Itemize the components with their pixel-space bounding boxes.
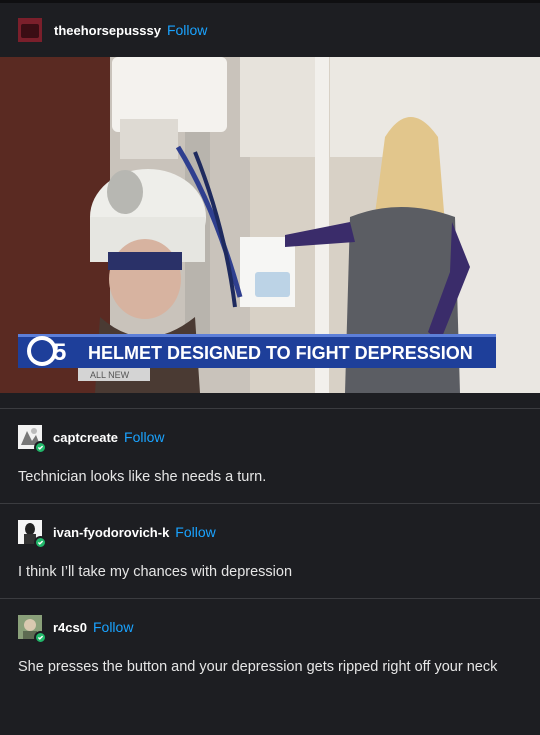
reply-item: r4cs0 Follow She presses the button and … (0, 598, 540, 735)
op-avatar[interactable] (18, 18, 42, 42)
reply-follow-button[interactable]: Follow (124, 429, 164, 445)
news-broadcast-image: 5 HELMET DESIGNED TO FIGHT DEPRESSION AL… (0, 57, 540, 393)
reply-text: I think I’ll take my chances with depres… (18, 564, 293, 580)
reply-text: Technician looks like she needs a turn. (18, 469, 267, 485)
reply-follow-button[interactable]: Follow (93, 619, 133, 635)
reply-follow-button[interactable]: Follow (175, 524, 215, 540)
reply-username[interactable]: r4cs0 (53, 620, 87, 635)
chyron-channel: 5 (53, 339, 66, 366)
reply-username[interactable]: captcreate (53, 430, 118, 445)
chyron-subtag: ALL NEW (90, 370, 130, 380)
reply-text: She presses the button and your depressi… (18, 659, 498, 675)
reblog-badge-icon (34, 441, 47, 454)
reblog-badge-icon (34, 631, 47, 644)
reply-avatar[interactable] (18, 615, 47, 644)
op-username[interactable]: theehorsepusssy (54, 23, 161, 38)
reply-avatar[interactable] (18, 425, 47, 454)
post-header: theehorsepusssy Follow (0, 3, 540, 57)
reply-item: ivan-fyodorovich-k Follow I think I’ll t… (0, 503, 540, 598)
post-image[interactable]: 5 HELMET DESIGNED TO FIGHT DEPRESSION AL… (0, 57, 540, 393)
reply-header: r4cs0 Follow (18, 615, 133, 644)
reply-header: captcreate Follow (18, 425, 165, 454)
reply-username[interactable]: ivan-fyodorovich-k (53, 525, 169, 540)
reply-avatar[interactable] (18, 520, 47, 549)
reblog-badge-icon (34, 536, 47, 549)
reply-item: captcreate Follow Technician looks like … (0, 408, 540, 503)
reply-header: ivan-fyodorovich-k Follow (18, 520, 216, 549)
chyron-headline: HELMET DESIGNED TO FIGHT DEPRESSION (88, 343, 473, 363)
op-follow-button[interactable]: Follow (167, 22, 207, 38)
